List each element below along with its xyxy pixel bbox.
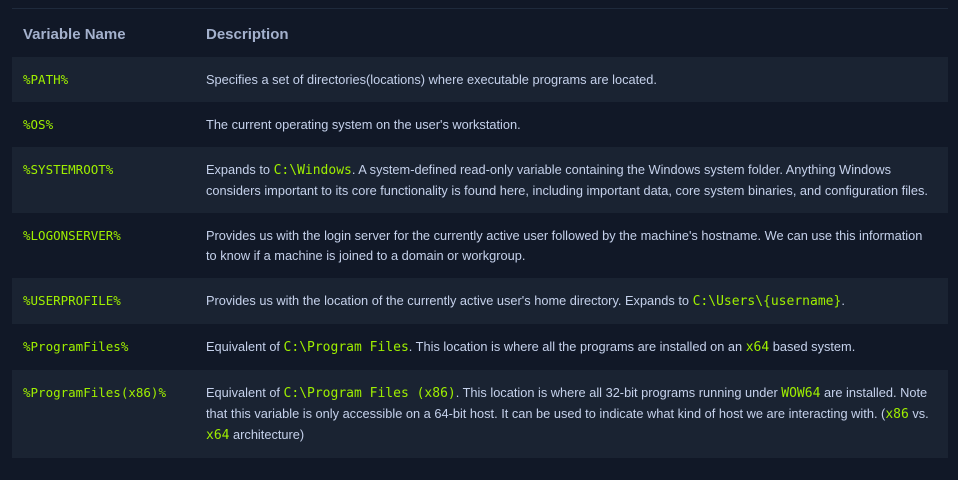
variable-name: %OS% <box>23 117 54 132</box>
table-row: %USERPROFILE% Provides us with the locat… <box>12 278 948 324</box>
variable-description: Equivalent of C:\Program Files. This loc… <box>195 324 948 370</box>
inline-code: x86 <box>885 407 909 422</box>
table-row: %ProgramFiles% Equivalent of C:\Program … <box>12 324 948 370</box>
description-text: Provides us with the login server for th… <box>206 228 923 263</box>
variable-name: %PATH% <box>12 57 195 102</box>
environment-variables-table: Variable Name Description %PATH% Specifi… <box>12 11 948 458</box>
variable-description: Equivalent of C:\Program Files (x86). Th… <box>195 370 948 458</box>
description-text: based system. <box>769 339 856 354</box>
table-row: %ProgramFiles(x86)% Equivalent of C:\Pro… <box>12 370 948 458</box>
table-row: %LOGONSERVER% Provides us with the login… <box>12 213 948 278</box>
description-text: vs. <box>908 406 929 421</box>
inline-code: x64 <box>745 340 770 355</box>
description-text: Expands to <box>206 162 274 177</box>
description-text: . <box>841 293 845 308</box>
table-row: %PATH% Specifies a set of directories(lo… <box>12 57 948 102</box>
variable-description: Specifies a set of directories(locations… <box>195 57 948 102</box>
inline-code: C:\Program Files (x86) <box>283 386 456 401</box>
variable-name: %USERPROFILE% <box>12 278 195 324</box>
description-text: Equivalent of <box>206 385 284 400</box>
description-text: . This location is where all 32-bit prog… <box>455 385 782 400</box>
variable-description: The current operating system on the user… <box>195 102 948 147</box>
variable-name: %LOGONSERVER% <box>23 228 121 243</box>
inline-code: x64 <box>206 428 230 443</box>
table-row: %OS% The current operating system on the… <box>12 102 948 147</box>
description-text: architecture) <box>229 427 305 442</box>
inline-code: C:\Windows <box>273 163 352 178</box>
description-text: . This location is where all the program… <box>408 339 746 354</box>
header-variable-name: Variable Name <box>23 25 126 43</box>
table-header-row: Variable Name Description <box>12 11 948 57</box>
description-text: Specifies a set of directories(locations… <box>206 72 657 87</box>
description-text: Provides us with the location of the cur… <box>206 293 693 308</box>
inline-code: WOW64 <box>781 386 821 401</box>
variable-name: %ProgramFiles% <box>23 339 129 354</box>
table-row: %SYSTEMROOT% Expands to C:\Windows. A sy… <box>12 147 948 213</box>
variable-name: %SYSTEMROOT% <box>12 147 195 213</box>
description-text: The current operating system on the user… <box>206 117 521 132</box>
top-divider <box>12 8 948 9</box>
variable-description: Provides us with the login server for th… <box>195 213 948 278</box>
variable-name: %ProgramFiles(x86)% <box>12 370 195 458</box>
inline-code: C:\Program Files <box>283 340 409 355</box>
page: Variable Name Description %PATH% Specifi… <box>0 0 958 480</box>
variable-description: Expands to C:\Windows. A system-defined … <box>195 147 948 213</box>
variable-description: Provides us with the location of the cur… <box>195 278 948 324</box>
description-text: Equivalent of <box>206 339 284 354</box>
inline-code: C:\Users\{username} <box>692 294 842 309</box>
header-description: Description <box>206 25 289 43</box>
